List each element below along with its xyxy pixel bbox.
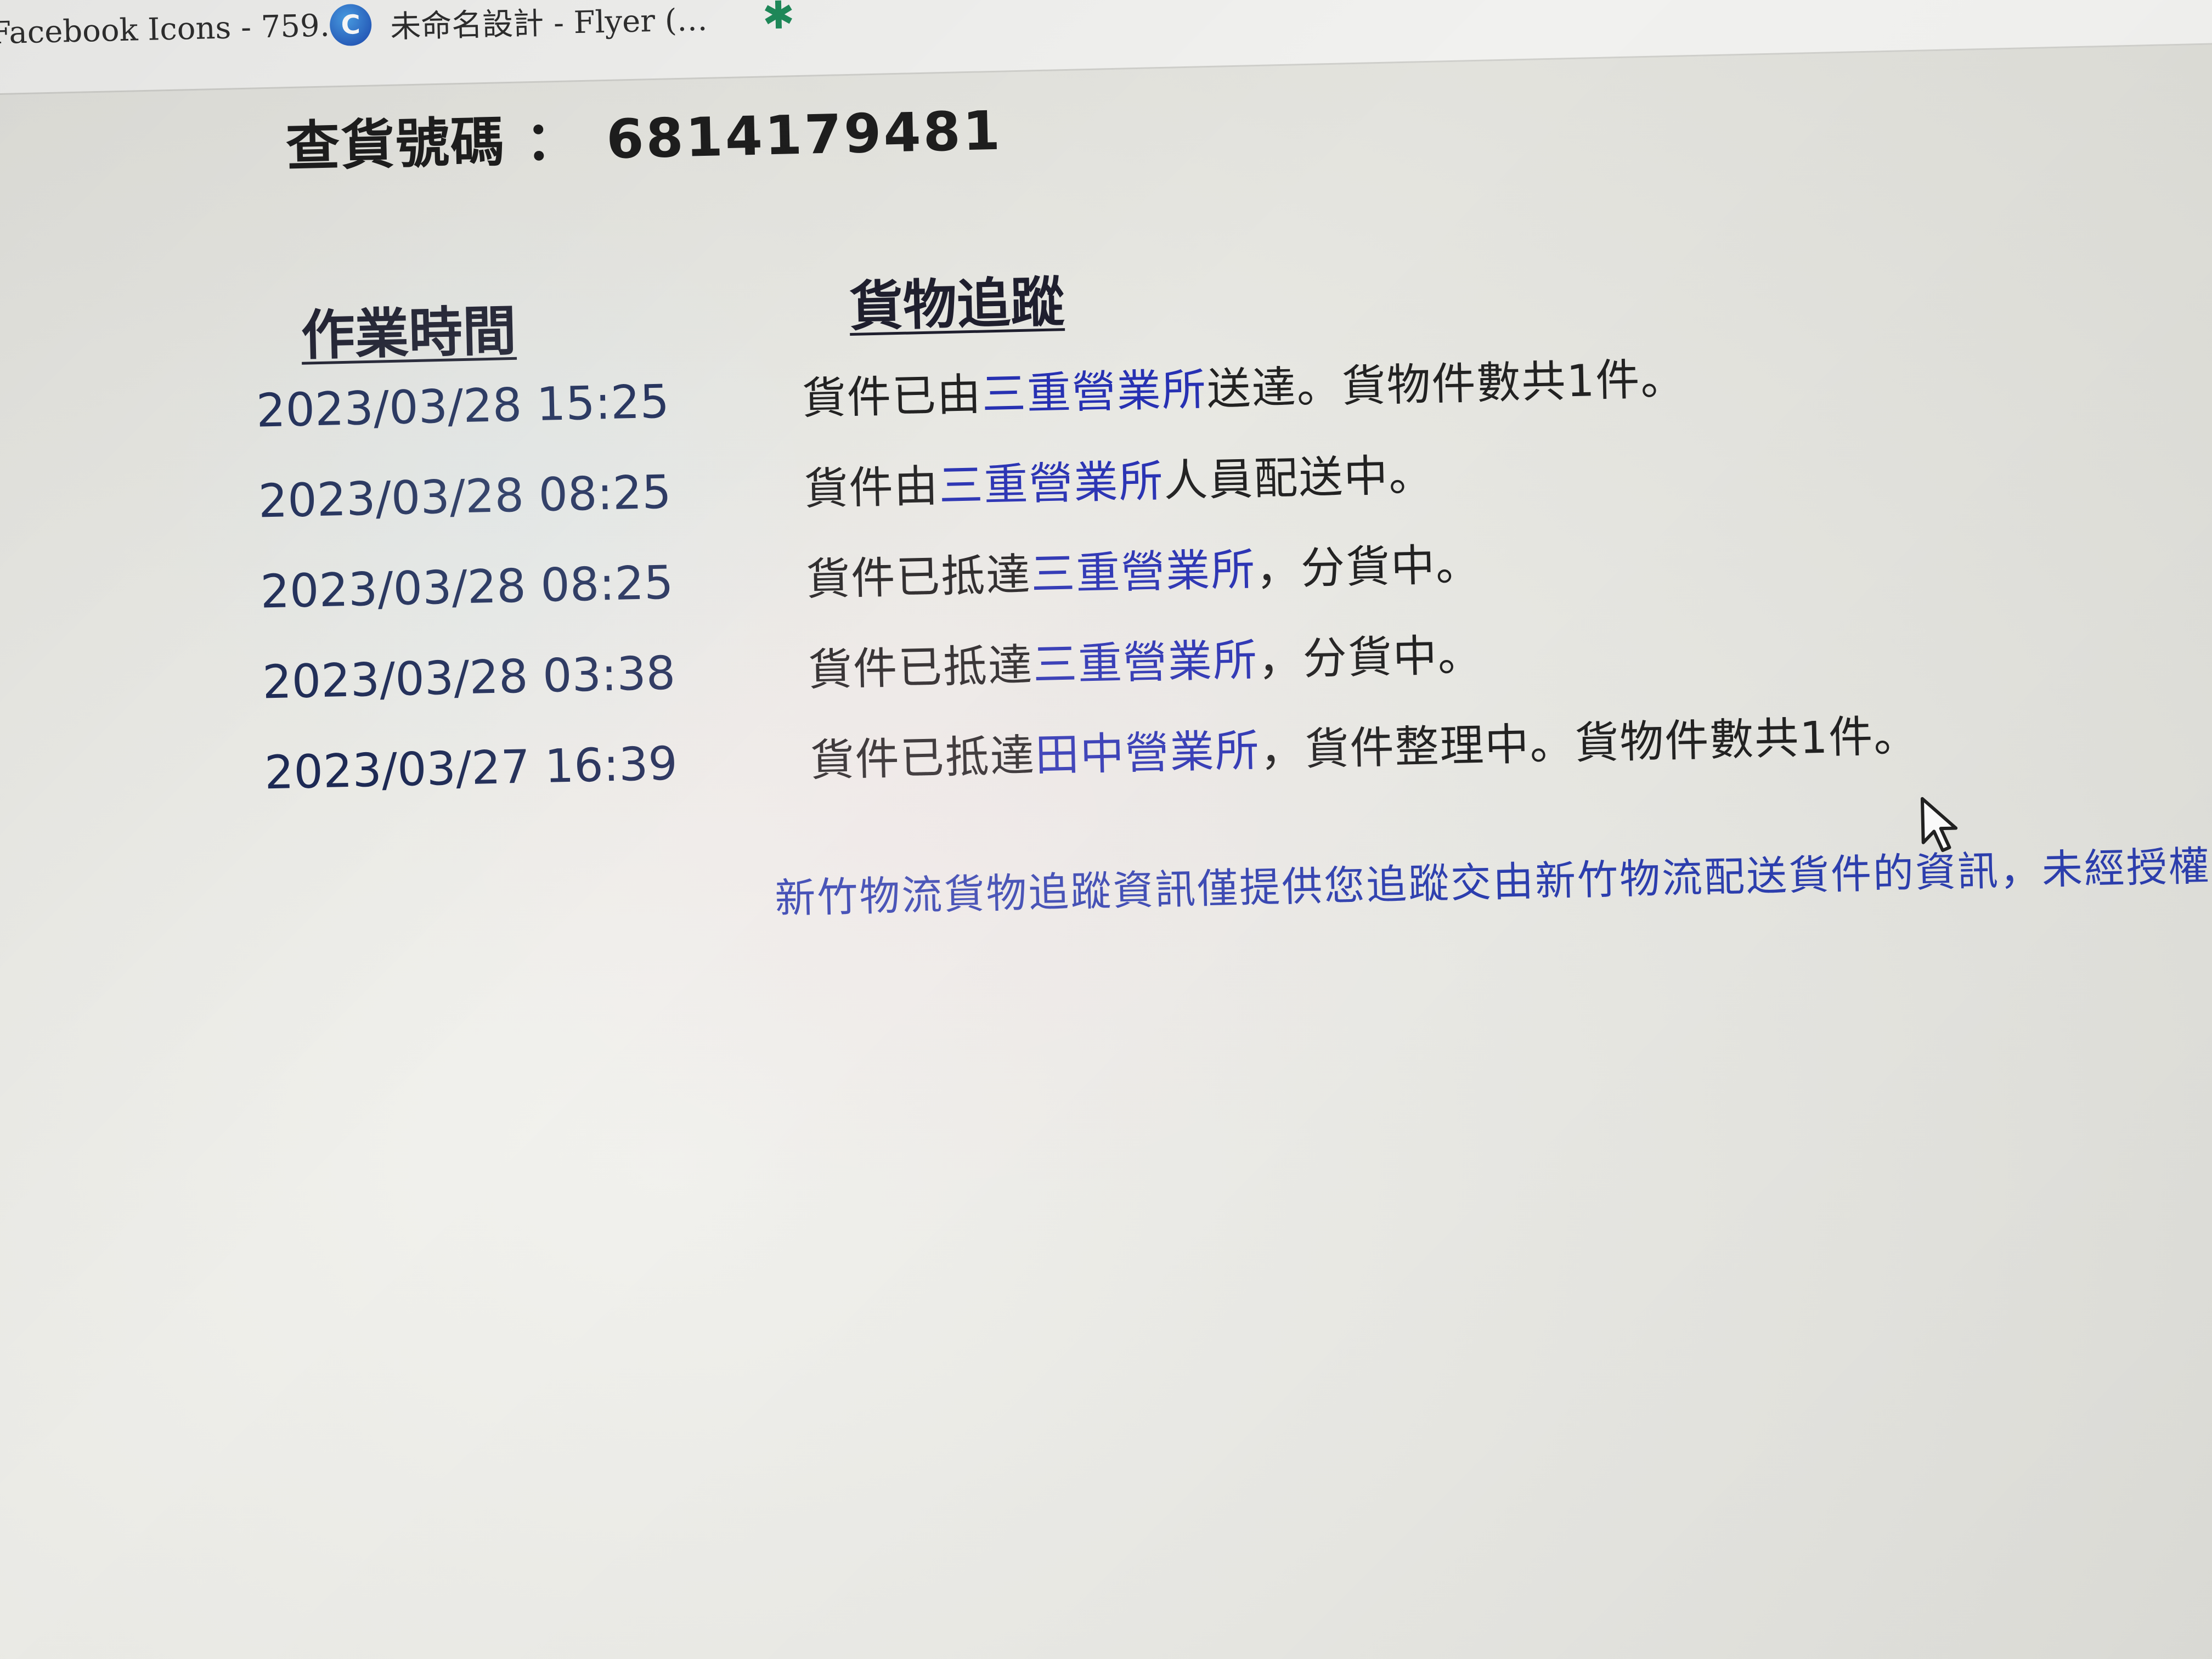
tracking-number-label: 查貨號碼 ： — [285, 109, 581, 179]
row-status: 貨件已抵達田中營業所，貨件整理中。貨物件數共1件。 — [809, 700, 1919, 789]
office-link[interactable]: 田中營業所 — [1035, 725, 1261, 781]
tracking-row: 2023/03/28 08:25 貨件已抵達三重營業所，分貨中。 — [13, 515, 2208, 625]
status-prefix: 貨件已抵達 — [809, 730, 1036, 786]
row-time: 2023/03/27 16:39 — [263, 736, 678, 800]
row-status: 貨件已抵達三重營業所，分貨中。 — [808, 619, 1483, 698]
row-status: 貨件已抵達三重營業所，分貨中。 — [805, 529, 1481, 608]
tracking-row: 2023/03/28 03:38 貨件已抵達三重營業所，分貨中。 — [15, 606, 2210, 716]
office-link[interactable]: 三重營業所 — [938, 455, 1164, 511]
row-time: 2023/03/28 03:38 — [262, 646, 676, 709]
monitor-view: Facebook Icons - 759… C 未命名設計 - Flyer (…… — [0, 0, 2212, 1658]
office-link[interactable]: 三重營業所 — [1032, 634, 1259, 690]
status-suffix: 人員配送中。 — [1163, 449, 1435, 507]
status-suffix: ，分貨中。 — [1255, 539, 1482, 595]
mouse-cursor-icon — [1920, 797, 1958, 853]
tracking-number-line: 查貨號碼 ： 6814179481 — [285, 87, 1003, 182]
disclaimer-notice: 新竹物流貨物追蹤資訊僅提供您追蹤交由新竹物流配送貨件的資訊，未經授權 — [774, 842, 2211, 923]
column-header-time: 作業時間 — [300, 300, 517, 368]
office-link[interactable]: 三重營業所 — [1030, 544, 1256, 600]
tracking-page: 查貨號碼 ： 6814179481 作業時間 貨物追蹤 2023/03/28 15… — [0, 0, 2212, 1658]
status-suffix: ，分貨中。 — [1257, 629, 1483, 686]
status-prefix: 貨件已抵達 — [808, 639, 1034, 696]
row-status: 貨件已由三重營業所送達。貨物件數共1件。 — [801, 343, 1686, 427]
row-time: 2023/03/28 08:25 — [257, 465, 672, 528]
tracking-row: 2023/03/28 08:25 貨件由三重營業所人員配送中。 — [11, 425, 2206, 535]
tracking-row: 2023/03/27 16:39 貨件已抵達田中營業所，貨件整理中。貨物件數共1… — [17, 696, 2212, 806]
status-suffix: ，貨件整理中。貨物件數共1件。 — [1259, 710, 1920, 776]
column-header-tracking: 貨物追蹤 — [848, 271, 1065, 339]
screen: Facebook Icons - 759… C 未命名設計 - Flyer (…… — [0, 0, 2212, 1659]
tracking-number-value: 6814179481 — [605, 99, 1003, 171]
status-prefix: 貨件已抵達 — [805, 549, 1032, 605]
status-suffix: 送達。貨物件數共1件。 — [1206, 353, 1686, 415]
status-prefix: 貨件由 — [803, 460, 940, 515]
status-prefix: 貨件已由 — [801, 369, 983, 425]
row-time: 2023/03/28 08:25 — [259, 555, 674, 619]
row-time: 2023/03/28 15:25 — [255, 374, 670, 438]
office-link[interactable]: 三重營業所 — [981, 364, 1207, 420]
row-status: 貨件由三重營業所人員配送中。 — [803, 439, 1435, 517]
